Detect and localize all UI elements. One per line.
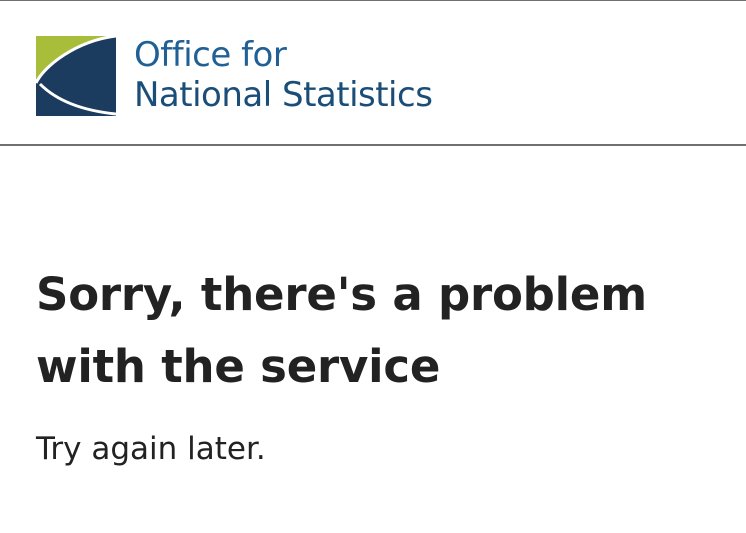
logo-text-line1: Office for [134, 35, 287, 75]
site-header: Office for National Statistics [0, 1, 746, 146]
ons-logo-icon [36, 36, 116, 116]
logo-wordmark: Office for National Statistics [134, 35, 433, 115]
main-content: Sorry, there's a problem with the servic… [36, 259, 716, 469]
logo-text-line2: National Statistics [134, 75, 433, 115]
page-title: Sorry, there's a problem with the servic… [36, 268, 647, 393]
error-message: Try again later. [36, 431, 266, 467]
error-page: Office for National Statistics Sorry, th… [0, 0, 746, 533]
ons-logo-link[interactable]: Office for National Statistics [36, 35, 433, 116]
